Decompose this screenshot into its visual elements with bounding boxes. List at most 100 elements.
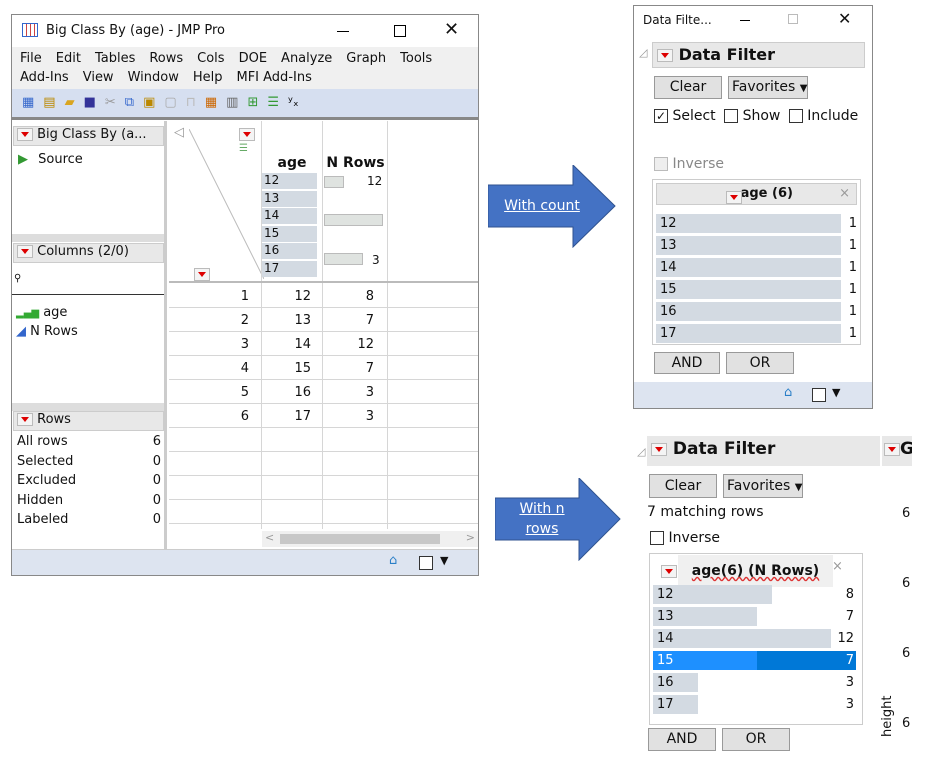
filter-level-15[interactable]: 15 7 [653,651,856,670]
filter-level-13[interactable]: 13 1 [656,236,857,255]
filter-level-12[interactable]: 12 8 [653,585,856,604]
show-checkbox[interactable] [724,109,739,123]
red-triangle-menu-icon[interactable] [17,128,33,141]
cut-icon[interactable]: ✂ [105,95,116,110]
inverse-checkbox[interactable] [654,157,668,171]
data-filter-header[interactable]: Data Filter [652,42,865,68]
header-age[interactable]: age [262,155,322,171]
menu-help[interactable]: Help [193,70,223,85]
window-list-checkbox[interactable] [419,556,433,570]
row-number[interactable]: 6 [241,409,249,424]
menu-view[interactable]: View [83,70,114,85]
dropdown-icon[interactable]: ▼ [440,554,448,567]
red-triangle-menu-icon[interactable] [651,442,667,456]
window-list-checkbox[interactable] [812,388,826,402]
close-button[interactable]: ✕ [838,9,851,28]
filter-level-17[interactable]: 17 1 [656,324,857,343]
row-number[interactable]: 2 [241,313,249,328]
menu-file[interactable]: File [20,51,42,66]
clear-button[interactable]: Clear [649,474,717,498]
red-triangle-menu-icon[interactable] [884,442,900,456]
filter-level-14[interactable]: 14 12 [653,629,856,648]
header-n-rows[interactable]: N Rows [323,155,388,171]
collapse-icon[interactable]: ◿ [639,46,647,59]
column-item-n-rows[interactable]: ◢ N Rows [16,324,78,339]
rows-header[interactable]: Rows [13,411,164,431]
remove-filter-icon[interactable]: × [832,559,843,574]
or-button[interactable]: OR [726,352,794,374]
favorites-button[interactable]: Favorites ▼ [723,474,803,498]
scroll-left-icon[interactable]: < [265,531,274,544]
scroll-thumb[interactable] [280,534,440,544]
filter-level-14[interactable]: 14 1 [656,258,857,277]
dropdown-icon[interactable]: ▼ [832,386,840,399]
filter-level-16[interactable]: 16 1 [656,302,857,321]
red-triangle-menu-icon[interactable] [726,191,743,204]
hist-age-level[interactable]: 17 [262,260,317,277]
filter-level-13[interactable]: 13 7 [653,607,856,626]
filter-level-15[interactable]: 15 1 [656,280,857,299]
new-script-icon[interactable]: ▤ [43,95,55,110]
filter-level-17[interactable]: 17 3 [653,695,856,714]
menu-graph[interactable]: Graph [346,51,386,66]
hist-age-level[interactable]: 15 [262,225,317,242]
row-number[interactable]: 5 [241,385,249,400]
menu-cols[interactable]: Cols [197,51,224,66]
filter-level-12[interactable]: 12 1 [656,214,857,233]
inverse-checkbox[interactable] [650,531,664,545]
hist-age-level[interactable]: 13 [262,190,317,207]
minimize-button[interactable] [337,31,349,32]
save-icon[interactable]: ■ [84,95,96,110]
favorites-button[interactable]: Favorites ▼ [728,76,808,99]
graph-builder-icon[interactable]: ⊞ [247,95,258,110]
distribution-icon[interactable]: ☰ [267,95,279,110]
table-panel-header[interactable]: Big Class By (a... [13,126,164,146]
source-script[interactable]: ▶ Source [18,152,83,167]
red-triangle-menu-icon[interactable] [661,565,677,578]
menu-tables[interactable]: Tables [95,51,135,66]
maximize-button[interactable] [788,14,798,24]
menu-window[interactable]: Window [128,70,179,85]
new-table-icon[interactable]: ▦ [22,95,34,110]
menu-mfi-add-ins[interactable]: MFI Add-Ins [236,70,311,85]
row-number[interactable]: 4 [241,361,249,376]
graph-header[interactable]: G [882,436,912,466]
row-number[interactable]: 3 [241,337,249,352]
columns-header[interactable]: Columns (2/0) [13,243,164,263]
copy-icon[interactable]: ⧉ [125,95,134,110]
data-filter-header[interactable]: Data Filter [647,436,880,466]
or-button[interactable]: OR [722,728,790,751]
minimize-button[interactable] [740,20,750,21]
column-search-input[interactable]: ⚲ [12,267,164,295]
menu-doe[interactable]: DOE [239,51,267,66]
collapse-icon[interactable]: ◿ [637,445,645,458]
hist-age-level[interactable]: 12 [262,173,317,189]
select-checkbox[interactable]: ✓ [654,109,668,123]
maximize-button[interactable] [394,25,406,37]
include-checkbox[interactable] [788,109,803,123]
and-button[interactable]: AND [654,352,720,374]
remove-filter-icon[interactable]: × [839,184,850,204]
scroll-right-icon[interactable]: > [466,531,475,544]
clear-button[interactable]: Clear [654,76,722,99]
hist-age-level[interactable]: 16 [262,243,317,259]
script-icon[interactable]: ▢ [164,95,176,110]
data-table-icon[interactable]: ▦ [205,95,217,110]
menu-rows[interactable]: Rows [149,51,183,66]
horizontal-scrollbar[interactable]: < > [262,531,478,547]
paste-icon[interactable]: ▣ [143,95,155,110]
red-triangle-menu-icon[interactable] [17,245,33,258]
home-icon[interactable]: ⌂ [389,553,397,568]
red-triangle-menu-icon[interactable] [657,49,673,62]
close-button[interactable]: ✕ [444,19,459,40]
lock-icon[interactable]: ⊓ [186,95,196,110]
red-triangle-menu-icon[interactable] [17,413,33,426]
menu-edit[interactable]: Edit [56,51,81,66]
filter-level-16[interactable]: 16 3 [653,673,856,692]
and-button[interactable]: AND [648,728,716,751]
column-item-age[interactable]: ▂▄▆ age [16,305,67,320]
home-icon[interactable]: ⌂ [784,385,792,400]
fit-y-by-x-icon[interactable]: ʸₓ [288,95,299,110]
hist-age-level[interactable]: 14 [262,208,317,224]
menu-analyze[interactable]: Analyze [281,51,332,66]
